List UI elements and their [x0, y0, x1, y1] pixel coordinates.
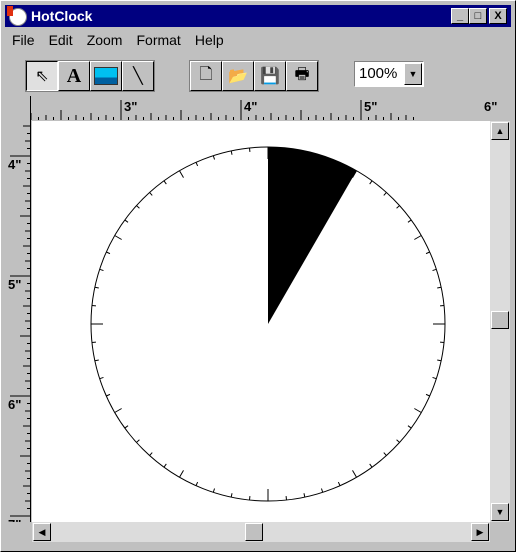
ruler-label: 5"	[364, 99, 377, 114]
ruler-label: 6"	[8, 397, 21, 412]
save-icon: 💾	[260, 68, 280, 85]
save-button[interactable]: 💾	[254, 61, 286, 91]
menu-label: Help	[194, 32, 224, 48]
horizontal-ruler: 3" 4" 5" 6"	[30, 96, 511, 120]
menu-zoom[interactable]: Zoom	[87, 32, 123, 48]
new-file-button[interactable]: 🗋	[190, 61, 222, 91]
pointer-icon: ⇖	[35, 68, 49, 85]
line-icon: ╲	[133, 68, 143, 85]
scroll-right-button[interactable]: ▶	[471, 523, 489, 541]
scroll-up-button[interactable]: ▲	[491, 122, 509, 140]
file-toolbar: 🗋 📂 💾 🖶	[189, 60, 319, 92]
menu-format[interactable]: Format	[136, 32, 180, 48]
tools-toolbar: ⇖ A ╲	[25, 60, 155, 92]
print-icon: 🖶	[294, 65, 310, 83]
ruler-label: 6"	[484, 99, 497, 114]
line-button[interactable]: ╲	[122, 61, 154, 91]
image-button[interactable]	[90, 61, 122, 91]
horizontal-scrollbar[interactable]: ◀ ▶	[32, 522, 490, 542]
horizontal-scroll-thumb[interactable]	[245, 523, 263, 541]
maximize-button[interactable]: □	[469, 8, 487, 24]
open-folder-button[interactable]: 📂	[222, 61, 254, 91]
menu-label: Edit	[48, 32, 73, 48]
vertical-ruler: 4" 5" 6" 7"	[6, 120, 31, 522]
image-icon	[94, 67, 118, 85]
vertical-scrollbar[interactable]: ▲ ▼	[490, 121, 510, 522]
scroll-down-button[interactable]: ▼	[491, 503, 509, 521]
text-button[interactable]: A	[58, 61, 90, 91]
open-folder-icon: 📂	[228, 68, 248, 85]
ruler-label: 7"	[8, 517, 21, 522]
ruler-label: 4"	[244, 99, 257, 114]
chevron-down-icon[interactable]: ▼	[404, 63, 422, 85]
zoom-select[interactable]: 100% ▼	[354, 61, 424, 87]
close-button[interactable]: X	[489, 8, 507, 24]
ruler-label: 5"	[8, 277, 21, 292]
zoom-value: 100%	[359, 65, 398, 82]
menu-label: Zoom	[86, 32, 123, 48]
ruler-label: 3"	[124, 99, 137, 114]
menu-edit[interactable]: Edit	[49, 32, 73, 48]
menu-help[interactable]: Help	[195, 32, 224, 48]
new-file-icon: 🗋	[199, 65, 213, 83]
window-title: HotClock	[31, 8, 93, 24]
title-bar[interactable]: HotClock _ □ X	[5, 5, 511, 27]
vertical-scroll-thumb[interactable]	[491, 311, 509, 329]
scroll-left-button[interactable]: ◀	[33, 523, 51, 541]
clock-canvas[interactable]	[32, 121, 490, 522]
pointer-button[interactable]: ⇖	[26, 61, 58, 91]
menu-bar: File Edit Zoom Format Help	[12, 32, 224, 48]
app-clock-icon[interactable]	[7, 6, 27, 26]
menu-file[interactable]: File	[12, 32, 35, 48]
menu-label: File	[12, 32, 35, 48]
minimize-button[interactable]: _	[451, 8, 469, 24]
menu-label: Format	[136, 32, 181, 48]
text-icon: A	[66, 64, 82, 87]
ruler-label: 4"	[8, 157, 21, 172]
print-button[interactable]: 🖶	[286, 61, 318, 91]
